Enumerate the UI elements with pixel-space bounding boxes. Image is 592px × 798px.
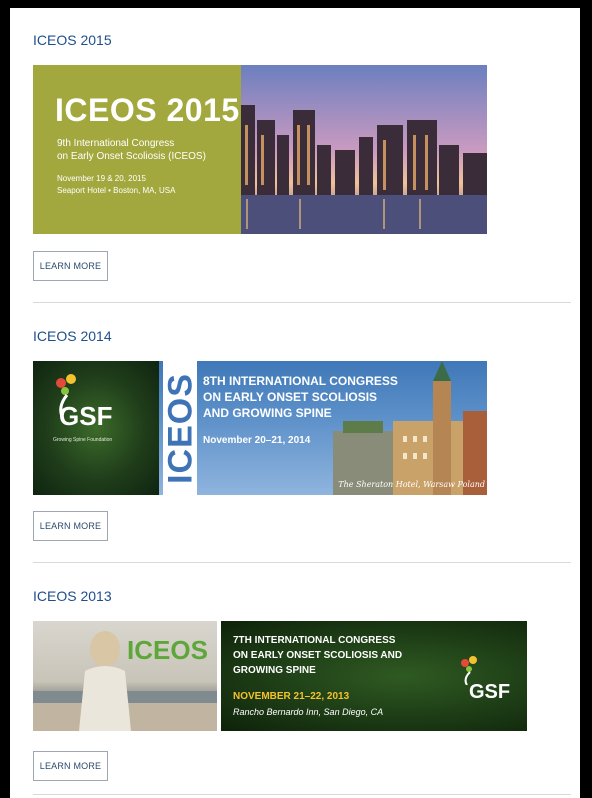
events-page: ICEOS 2015 ICEOS 2015 9th International … [10,8,580,798]
banner-line2: ON EARLY ONSET SCOLIOSIS AND [233,650,403,661]
vertical-brand-strip: ICEOS [162,361,200,495]
gsf-logo-text: GSF [59,401,113,431]
learn-more-button[interactable]: LEARN MORE [33,251,108,281]
banner-subtitle-line2: on Early Onset Scoliosis (ICEOS) [57,151,206,162]
gsf-logo-text: GSF [469,681,511,703]
event-title: ICEOS 2013 [33,588,112,604]
banner-location: Seaport Hotel • Boston, MA, USA [57,186,176,195]
banner-date: November 19 & 20, 2015 [57,174,146,183]
boston-skyline-image [241,65,487,234]
learn-more-button[interactable]: LEARN MORE [33,751,108,781]
vertical-iceos-text: ICEOS [161,373,200,484]
banner-brand: ICEOS [127,635,208,665]
event-banner-2015[interactable]: ICEOS 2015 9th International Congress on… [33,65,487,234]
section-divider [33,302,571,303]
banner-date-location: November 19 & 20, 2015 Seaport Hotel • B… [57,173,175,197]
event-banner-2014[interactable]: GSF Growing Spine Foundation ICEOS 8TH I… [33,361,487,495]
banner-location: The Sheraton Hotel, Warsaw Poland [338,480,485,489]
beach-photo-panel: ICEOS [33,621,217,731]
gsf-logo-panel: GSF Growing Spine Foundation [33,361,159,495]
event-banner-2013[interactable]: ICEOS 7TH INTERNATIONAL CONGRESS ON EARL… [33,621,527,731]
gsf-logo-subtext: Growing Spine Foundation [53,437,113,443]
event-title: ICEOS 2015 [33,32,112,48]
banner-line1: 7TH INTERNATIONAL CONGRESS [233,635,396,646]
section-divider [33,562,571,563]
banner-date: November 20–21, 2014 [203,435,311,446]
banner-line3: GROWING SPINE [233,665,316,676]
learn-more-button[interactable]: LEARN MORE [33,511,108,541]
banner-location: Rancho Bernardo Inn, San Diego, CA [233,707,384,717]
event-title: ICEOS 2014 [33,328,112,344]
banner-subtitle: 9th International Congress on Early Onse… [57,137,206,163]
section-divider [33,794,571,795]
banner-text-panel: ICEOS 2015 9th International Congress on… [33,65,241,234]
warsaw-castle-image [333,361,487,495]
banner-headline: 7TH INTERNATIONAL CONGRESS ON EARLY ONSE… [233,633,402,678]
banner-date: NOVEMBER 21–22, 2013 [233,691,350,702]
banner-headline: ICEOS 2015 [55,92,240,128]
banner-separator [217,621,221,731]
banner-subtitle-line1: 9th International Congress [57,138,175,149]
